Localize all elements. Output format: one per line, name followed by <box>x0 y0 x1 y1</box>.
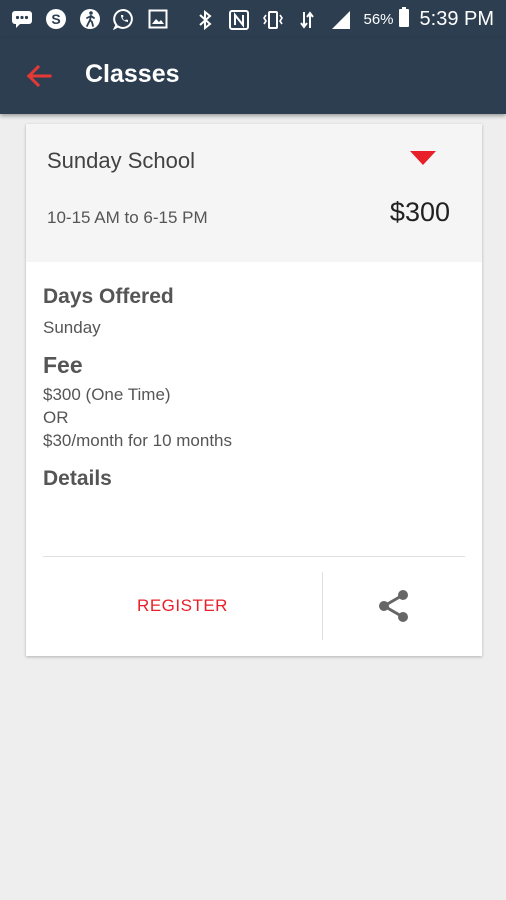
dropdown-arrow-icon[interactable] <box>410 151 436 165</box>
class-card: Sunday School 10-15 AM to 6-15 PM $300 D… <box>26 124 482 656</box>
battery-icon <box>398 6 410 33</box>
fee-line-or: OR <box>43 408 69 427</box>
share-icon <box>379 590 408 622</box>
signal-icon <box>329 8 353 32</box>
details-heading: Details <box>43 467 112 490</box>
status-bar: S 56% 5:39 PM <box>0 0 506 38</box>
bluetooth-icon <box>193 8 217 32</box>
gallery-icon <box>146 7 170 31</box>
notification-icons: S <box>10 7 180 31</box>
vibrate-icon <box>261 8 285 32</box>
clock: 5:39 PM <box>419 8 494 30</box>
back-arrow-icon <box>26 64 52 88</box>
app-bar: Classes <box>0 38 506 114</box>
system-icons: 56% 5:39 PM <box>193 6 494 33</box>
fee-line-one-time: $300 (One Time) <box>43 385 171 404</box>
fee-line-monthly: $30/month for 10 months <box>43 431 233 450</box>
days-offered-heading: Days Offered <box>43 285 174 308</box>
whatsapp-icon <box>112 7 136 31</box>
page-title: Classes <box>85 60 180 88</box>
back-button[interactable] <box>22 60 56 92</box>
battery-percent: 56% <box>363 11 394 28</box>
class-card-header[interactable]: Sunday School 10-15 AM to 6-15 PM $300 <box>26 124 482 262</box>
fee-heading: Fee <box>43 352 83 378</box>
share-button[interactable] <box>323 572 465 640</box>
register-button[interactable]: REGISTER <box>43 572 322 640</box>
data-icon <box>295 8 319 32</box>
skype-icon: S <box>44 7 68 31</box>
days-offered-value: Sunday <box>43 318 101 337</box>
svg-text:S: S <box>51 11 60 27</box>
nfc-icon <box>227 8 251 32</box>
messages-icon <box>10 7 34 31</box>
class-name: Sunday School <box>47 148 195 173</box>
actions-divider <box>43 556 465 557</box>
class-price: $300 <box>389 197 450 227</box>
class-time: 10-15 AM to 6-15 PM <box>47 208 208 227</box>
fitness-app-icon <box>78 7 102 31</box>
